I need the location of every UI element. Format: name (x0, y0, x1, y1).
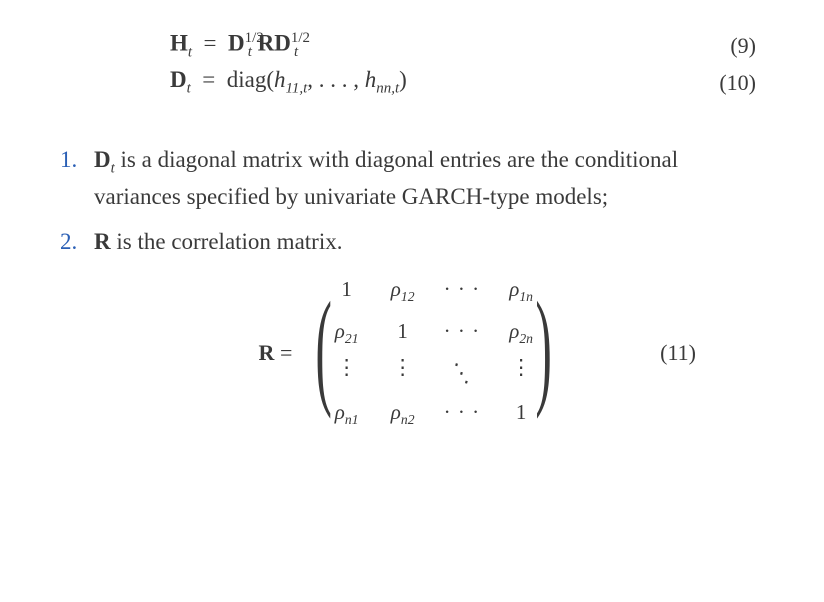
matrix-cell: ρn1 (332, 400, 362, 428)
equation-9: Ht = D1/2t RD1/2t (9) (170, 30, 764, 61)
matrix-cell: ρ21 (332, 319, 362, 347)
matrix-cell: 1 (332, 277, 362, 305)
left-paren: ( (316, 293, 332, 404)
matrix-cell: ⋱ (444, 361, 480, 386)
matrix-cell: ⋮ (506, 361, 536, 386)
eq11-number: (11) (660, 340, 696, 366)
list-number-1: 1. (60, 143, 94, 214)
list-body-1: Dt is a diagonal matrix with diagonal en… (94, 143, 764, 214)
equation-10: Dt = diag(h11,t, . . . , hnn,t) (10) (170, 67, 764, 98)
equation-11: R = ( 1 ρ12 · · · ρ1n ρ21 1 · · · ρ2n ⋮ … (120, 277, 704, 429)
matrix-cell: ρn2 (388, 400, 418, 428)
list-number-2: 2. (60, 225, 94, 258)
page-content: Ht = D1/2t RD1/2t (9) Dt = diag(h11,t, .… (0, 0, 824, 468)
matrix-cell: 1 (506, 400, 536, 428)
eq10-number: (10) (719, 70, 764, 96)
correlation-matrix: 1 ρ12 · · · ρ1n ρ21 1 · · · ρ2n ⋮ ⋮ ⋱ ⋮ … (332, 277, 536, 429)
matrix-cell: · · · (444, 277, 480, 305)
equation-block: Ht = D1/2t RD1/2t (9) Dt = diag(h11,t, .… (170, 30, 764, 98)
matrix-cell: ⋮ (332, 361, 362, 386)
matrix-label: R = (259, 340, 293, 366)
list-body-2: R is the correlation matrix. (94, 225, 764, 258)
matrix-cell: · · · (444, 319, 480, 347)
matrix-cell: ρ12 (388, 277, 418, 305)
eq10-math: Dt = diag(h11,t, . . . , hnn,t) (170, 67, 407, 98)
matrix-cell: ρ1n (506, 277, 536, 305)
matrix-cell: · · · (444, 400, 480, 428)
list-item-1: 1. Dt is a diagonal matrix with diagonal… (60, 143, 764, 214)
list-item-2: 2. R is the correlation matrix. (60, 225, 764, 258)
matrix-cell: ρ2n (506, 319, 536, 347)
right-paren: ) (536, 293, 552, 404)
eq9-number: (9) (730, 33, 764, 59)
matrix-cell: ⋮ (388, 361, 418, 386)
definition-list: 1. Dt is a diagonal matrix with diagonal… (60, 143, 764, 259)
matrix-cell: 1 (388, 319, 418, 347)
matrix-wrap: R = ( 1 ρ12 · · · ρ1n ρ21 1 · · · ρ2n ⋮ … (259, 277, 566, 429)
eq9-math: Ht = D1/2t RD1/2t (170, 30, 298, 61)
